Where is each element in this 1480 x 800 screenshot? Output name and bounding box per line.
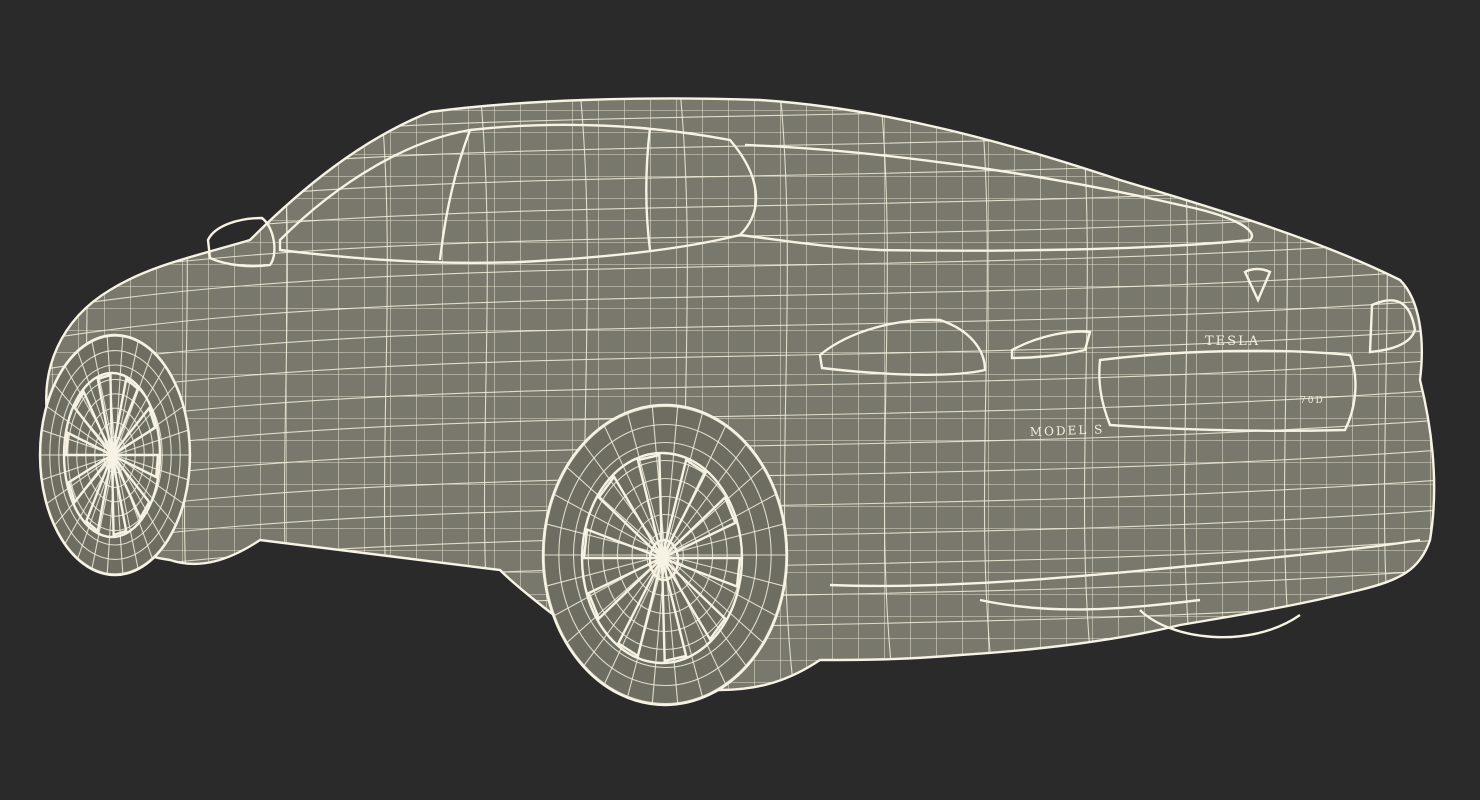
front-wheel	[38, 333, 192, 577]
model-badge: MODEL S	[1030, 422, 1105, 439]
variant-badge: 70D	[1300, 396, 1325, 406]
car-wireframe-render: TESLA MODEL S 70D	[38, 97, 1436, 707]
car-body	[45, 97, 1436, 692]
render-viewport: TESLA MODEL S 70D	[0, 0, 1480, 800]
brand-badge: TESLA	[1205, 334, 1260, 349]
rear-wheel	[541, 403, 789, 707]
